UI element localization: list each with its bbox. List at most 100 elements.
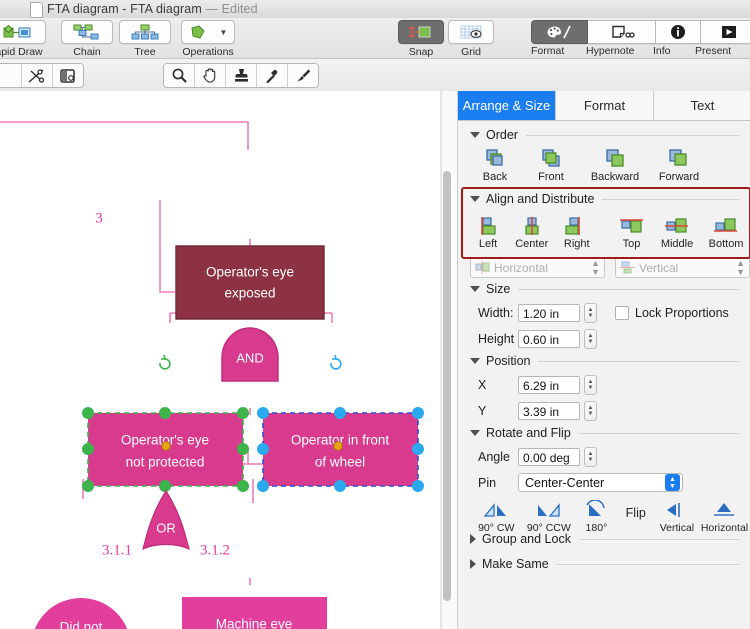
align-buttons: Left Center bbox=[458, 215, 750, 250]
section-header-align[interactable]: Align and Distribute bbox=[458, 187, 750, 207]
pin-select[interactable]: Center-Center ▲▼ bbox=[518, 473, 683, 492]
section-title-order: Order bbox=[486, 128, 518, 142]
disclosure-triangle-icon[interactable] bbox=[470, 132, 480, 138]
angle-input[interactable]: 0.00 deg bbox=[518, 448, 580, 466]
node-operator-eye-exposed[interactable]: Operator's eye exposed bbox=[176, 246, 324, 319]
stepper-arrows-icon[interactable]: ▲▼ bbox=[591, 259, 600, 277]
lock-proportions-row[interactable]: Lock Proportions bbox=[615, 306, 729, 320]
pin-row: Pin Center-Center ▲▼ bbox=[458, 473, 750, 492]
toolbar-button-chain[interactable]: Chain bbox=[60, 20, 114, 58]
section-header-size[interactable]: Size bbox=[458, 281, 750, 297]
disclosure-triangle-icon[interactable] bbox=[470, 196, 480, 202]
order-label-backward: Backward bbox=[582, 171, 648, 183]
inspector-panel: Arrange & Size Format Text Order bbox=[457, 91, 750, 629]
diagram-canvas[interactable]: 3 Operator's eye exposed AND bbox=[0, 91, 440, 629]
toolbar-button-format[interactable] bbox=[531, 20, 588, 44]
node-operator-in-front-of-wheel[interactable]: Operator in front of wheel bbox=[263, 413, 418, 486]
disclosure-triangle-icon[interactable] bbox=[470, 286, 480, 292]
node-did-not-wear-goggles[interactable]: Did not wear goggles bbox=[31, 598, 131, 629]
tab-arrange-size[interactable]: Arrange & Size bbox=[458, 91, 556, 120]
rotate-button-180[interactable]: 180° bbox=[577, 499, 615, 534]
lock-proportions-checkbox[interactable] bbox=[615, 306, 629, 320]
layers-icon[interactable] bbox=[52, 64, 83, 87]
toolbar-button-present[interactable] bbox=[701, 20, 750, 44]
section-rule bbox=[538, 361, 739, 362]
section-header-rotate[interactable]: Rotate and Flip bbox=[458, 425, 750, 441]
node-operator-eye-not-protected[interactable]: Operator's eye not protected bbox=[88, 413, 243, 486]
canvas-scrollbar-thumb[interactable] bbox=[443, 171, 451, 601]
x-row: X 6.29 in ▲▼ bbox=[458, 375, 750, 395]
disclosure-triangle-icon[interactable] bbox=[470, 559, 476, 569]
stepper-arrows-icon[interactable]: ▲▼ bbox=[736, 259, 745, 277]
rotate-handle-green-icon bbox=[160, 355, 170, 369]
node-or-gate-middle[interactable]: OR bbox=[143, 491, 189, 549]
section-align-and-distribute: Align and Distribute Left bbox=[458, 187, 750, 287]
toolbar-button-info[interactable] bbox=[656, 20, 701, 44]
dropdown-partial[interactable] bbox=[0, 64, 21, 87]
toolbar-button-grid[interactable]: Grid bbox=[448, 20, 494, 58]
align-button-center[interactable]: Center bbox=[508, 215, 555, 250]
rotate-flip-buttons: 90° CW 90° CCW bbox=[458, 499, 750, 534]
distribute-dropdown-horizontal[interactable]: Horizontal ▲▼ bbox=[470, 257, 605, 278]
x-stepper[interactable]: ▲▼ bbox=[584, 375, 597, 395]
toolbar-button-snap[interactable]: Snap bbox=[398, 20, 444, 58]
height-stepper[interactable]: ▲▼ bbox=[584, 329, 597, 349]
section-title-align: Align and Distribute bbox=[486, 192, 594, 206]
distribute-dropdown-vertical[interactable]: Vertical ▲▼ bbox=[615, 257, 750, 278]
gate-label-or-middle: OR bbox=[156, 520, 176, 535]
magnifier-icon[interactable] bbox=[164, 64, 194, 87]
rotate-button-ccw[interactable]: 90° CCW bbox=[520, 499, 577, 534]
align-label-right: Right bbox=[555, 238, 598, 250]
node-and-gate-top[interactable]: AND bbox=[222, 328, 278, 381]
order-button-front[interactable]: Front bbox=[520, 148, 582, 183]
flip-button-vertical[interactable]: Vertical bbox=[656, 499, 698, 534]
align-button-left[interactable]: Left bbox=[468, 215, 508, 250]
toolbar-button-operations[interactable]: ▼ Operations bbox=[176, 20, 240, 58]
section-header-make-same[interactable]: Make Same bbox=[458, 556, 750, 572]
y-stepper[interactable]: ▲▼ bbox=[584, 401, 597, 421]
rotate-button-cw[interactable]: 90° CW bbox=[472, 499, 520, 534]
align-button-right[interactable]: Right bbox=[555, 215, 598, 250]
align-button-top[interactable]: Top bbox=[610, 215, 653, 250]
canvas-area[interactable]: 3 Operator's eye exposed AND bbox=[0, 91, 457, 629]
eyedropper-icon[interactable] bbox=[256, 64, 287, 87]
pin-select-arrows-icon[interactable]: ▲▼ bbox=[665, 474, 680, 491]
disclosure-triangle-icon[interactable] bbox=[470, 430, 480, 436]
toolbar-button-rapid-draw[interactable]: apid Draw bbox=[0, 20, 56, 58]
x-input[interactable]: 6.29 in bbox=[518, 376, 580, 394]
connector-tool-icon[interactable] bbox=[21, 64, 52, 87]
width-input[interactable]: 1.20 in bbox=[518, 304, 580, 322]
tab-text[interactable]: Text bbox=[654, 91, 750, 120]
hand-icon[interactable] bbox=[194, 64, 225, 87]
toolbar-label-present: Present bbox=[695, 45, 750, 57]
edited-indicator: — Edited bbox=[205, 2, 257, 16]
section-rule bbox=[579, 433, 739, 434]
order-button-forward[interactable]: Forward bbox=[648, 148, 710, 183]
stamp-icon[interactable] bbox=[225, 64, 256, 87]
node-label-line-1: not protected bbox=[126, 455, 205, 470]
node-machine-eye-shield-removed[interactable]: Machine eye shield removed bbox=[182, 597, 327, 629]
section-title-size: Size bbox=[486, 282, 510, 296]
angle-stepper[interactable]: ▲▼ bbox=[584, 447, 597, 467]
tab-format[interactable]: Format bbox=[556, 91, 654, 120]
order-button-back[interactable]: Back bbox=[470, 148, 520, 183]
disclosure-triangle-icon[interactable] bbox=[470, 534, 476, 544]
section-header-position[interactable]: Position bbox=[458, 353, 750, 369]
y-input[interactable]: 3.39 in bbox=[518, 402, 580, 420]
height-input[interactable]: 0.60 in bbox=[518, 330, 580, 348]
disclosure-triangle-icon[interactable] bbox=[470, 358, 480, 364]
distribute-row: Horizontal ▲▼ Vertical ▲▼ bbox=[458, 257, 750, 278]
paintbrush-icon[interactable] bbox=[287, 64, 318, 87]
align-button-middle[interactable]: Middle bbox=[653, 215, 701, 250]
section-header-group-lock[interactable]: Group and Lock bbox=[458, 531, 750, 547]
align-label-bottom: Bottom bbox=[701, 238, 750, 250]
width-stepper[interactable]: ▲▼ bbox=[584, 303, 597, 323]
toolbar-button-tree[interactable]: Tree bbox=[118, 20, 172, 58]
align-button-bottom[interactable]: Bottom bbox=[701, 215, 750, 250]
flip-button-horizontal[interactable]: Horizontal bbox=[698, 499, 750, 534]
toolbar-button-hypernote[interactable] bbox=[588, 20, 656, 44]
section-header-order[interactable]: Order bbox=[458, 127, 750, 143]
height-row: Height 0.60 in ▲▼ bbox=[458, 329, 750, 349]
order-button-backward[interactable]: Backward bbox=[582, 148, 648, 183]
edge-label-3-1-1: 3.1.1 bbox=[102, 542, 132, 558]
